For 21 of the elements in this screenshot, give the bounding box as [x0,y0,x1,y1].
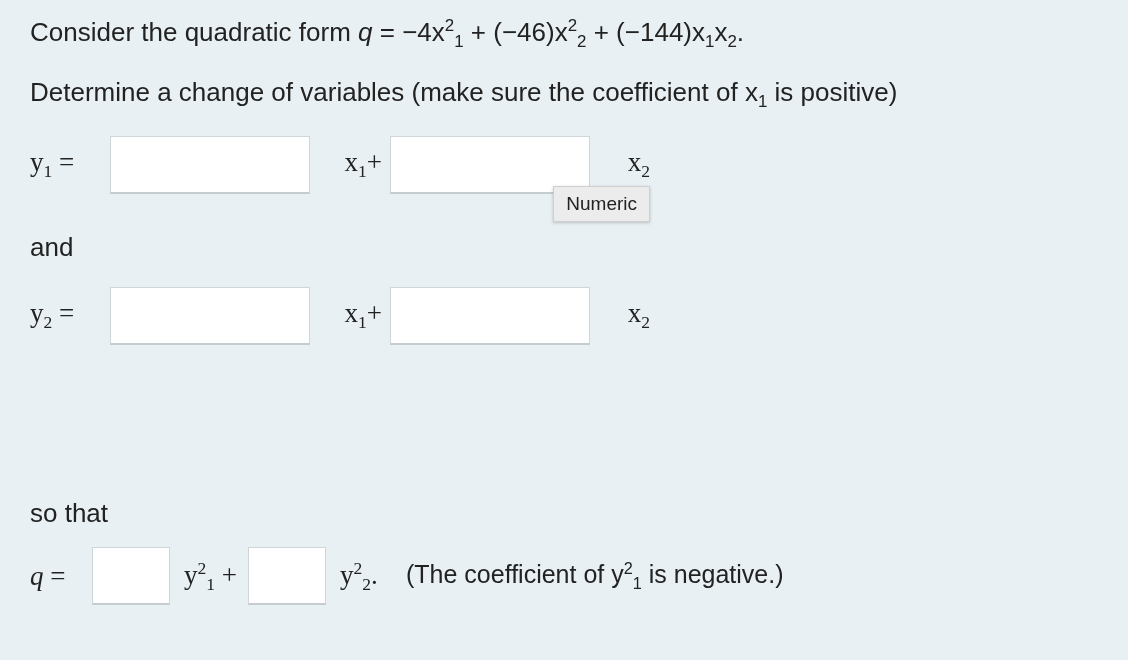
note-text: (The coefficient of y$^{2}$$_{1}$ is negative.) [406,559,784,594]
equation-label: q = [30,560,67,592]
connector-text: so that [30,497,110,531]
answer-field[interactable] [390,287,590,346]
answer-field[interactable] [110,287,310,346]
variable-label: y$^{2}$$_{2}$. [339,557,379,596]
variable-label: x$_{2}$ [626,298,650,334]
answer-field[interactable] [110,135,310,194]
equation-label: y$_{2}$ = [30,298,76,334]
tooltip: Numeric [553,185,650,222]
variable-label: y$^{2}$$_{1}$ + [183,557,238,596]
answer-field[interactable] [248,547,326,606]
variable-label: x$_{1}$+ [343,147,383,183]
answer-field[interactable] [92,547,170,606]
question-text: Consider the quadratic form q = −4x$^{2}$$_{1}$ + (−46)x$^{2}$$_{2}$ + (−144)x$_{1}$x$_{2}$. [30,15,746,54]
connector-text: and [30,230,75,264]
variable-label: x$_{1}$+ [343,298,383,334]
equation-label: y$_{1}$ = [30,147,76,183]
instruction-text: Determine a change of variables (make sure the coefficient of x$_{1}$ is positive) [30,75,899,114]
variable-label: x$_{2}$ [626,147,650,183]
answer-field[interactable] [390,135,590,194]
